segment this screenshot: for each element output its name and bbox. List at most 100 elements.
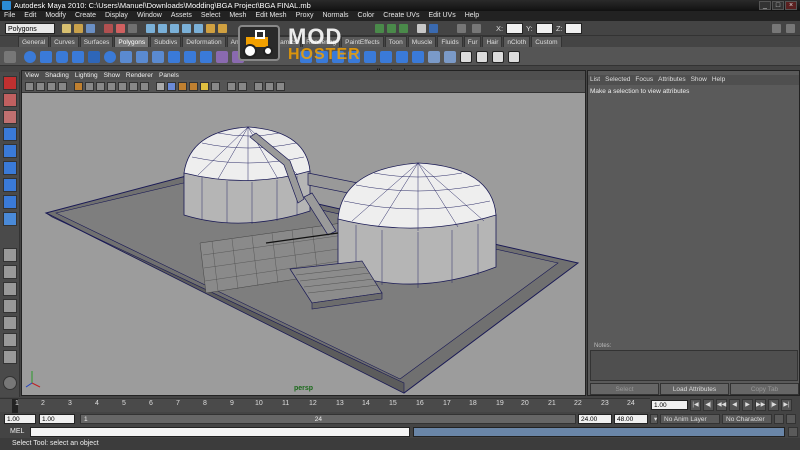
notes-textarea[interactable]	[590, 350, 798, 381]
select-button[interactable]: Select	[590, 383, 659, 395]
xray-icon[interactable]	[238, 82, 247, 91]
universal-manipulator-icon[interactable]	[3, 178, 17, 192]
layout-graph-icon[interactable]	[3, 299, 17, 313]
step-back-key-button[interactable]: ◀|	[703, 399, 714, 411]
gate-mask-icon[interactable]	[107, 82, 116, 91]
menu-display[interactable]: Display	[105, 11, 128, 21]
go-to-start-button[interactable]: |◀	[690, 399, 701, 411]
menu-window[interactable]: Window	[137, 11, 162, 21]
checker-1-icon[interactable]	[460, 51, 472, 63]
render-icon[interactable]	[218, 24, 227, 33]
tab-polygons[interactable]: Polygons	[114, 36, 150, 47]
tab-curves[interactable]: Curves	[50, 36, 79, 47]
poly-cube-icon[interactable]	[40, 51, 52, 63]
relative-transform-icon[interactable]	[472, 24, 481, 33]
render-settings-icon[interactable]	[417, 24, 426, 33]
menu-help[interactable]: Help	[465, 11, 479, 21]
snap-curve-icon[interactable]	[170, 24, 179, 33]
menu-assets[interactable]: Assets	[171, 11, 192, 21]
shelf-menu-icon[interactable]	[4, 51, 16, 63]
load-attributes-button[interactable]: Load Attributes	[660, 383, 729, 395]
play-backwards-button[interactable]: ◀	[729, 399, 740, 411]
vp-menu-show[interactable]: Show	[104, 71, 120, 80]
vp-menu-shading[interactable]: Shading	[45, 71, 69, 80]
rotate-tool-icon[interactable]	[3, 144, 17, 158]
ae-menu-list[interactable]: List	[590, 75, 600, 85]
checker-4-icon[interactable]	[508, 51, 520, 63]
animation-end-field[interactable]: 48.00	[614, 414, 648, 424]
select-by-object-icon[interactable]	[116, 24, 125, 33]
poly-torus-icon[interactable]	[104, 51, 116, 63]
save-scene-icon[interactable]	[86, 24, 95, 33]
poly-pipe-icon[interactable]	[152, 51, 164, 63]
vp-menu-renderer[interactable]: Renderer	[126, 71, 153, 80]
bevel-icon[interactable]	[396, 51, 408, 63]
current-frame-field[interactable]: 1.00	[651, 400, 688, 410]
mask-icon[interactable]	[146, 24, 155, 33]
minimize-button[interactable]: _	[759, 1, 771, 10]
script-editor-icon[interactable]	[788, 427, 798, 437]
textured-icon[interactable]	[189, 82, 198, 91]
snap-grid-icon[interactable]	[158, 24, 167, 33]
ae-menu-help[interactable]: Help	[712, 75, 725, 85]
copy-tab-button[interactable]: Copy Tab	[730, 383, 799, 395]
tab-fluids[interactable]: Fluids	[437, 36, 463, 47]
maximize-button[interactable]: □	[772, 1, 784, 10]
z-field[interactable]	[565, 23, 582, 34]
snap-plane-icon[interactable]	[194, 24, 203, 33]
checker-3-icon[interactable]	[492, 51, 504, 63]
scale-tool-icon[interactable]	[3, 161, 17, 175]
menu-create[interactable]: Create	[75, 11, 96, 21]
ae-menu-attributes[interactable]: Attributes	[658, 75, 685, 85]
high-quality-icon[interactable]	[265, 82, 274, 91]
range-slider[interactable]: 1 24	[80, 414, 576, 424]
history-icon[interactable]	[206, 24, 215, 33]
input-line-icon[interactable]	[429, 24, 438, 33]
poly-plane-icon[interactable]	[88, 51, 100, 63]
animation-preferences-icon[interactable]	[786, 414, 796, 424]
tab-general[interactable]: General	[18, 36, 50, 47]
ae-menu-selected[interactable]: Selected	[605, 75, 630, 85]
layout-hypershade-icon[interactable]	[3, 316, 17, 330]
menu-color[interactable]: Color	[358, 11, 375, 21]
play-forwards-button[interactable]: ▶	[742, 399, 753, 411]
cylindrical-mapping-icon[interactable]	[444, 51, 456, 63]
isolate-select-icon[interactable]	[227, 82, 236, 91]
close-button[interactable]: ×	[785, 1, 797, 10]
checker-2-icon[interactable]	[476, 51, 488, 63]
auto-key-icon[interactable]	[774, 414, 784, 424]
playback-start-field[interactable]: 1.00	[39, 414, 75, 424]
bookmark-icon[interactable]	[47, 82, 56, 91]
vp-2-icon[interactable]	[276, 82, 285, 91]
menu-set-dropdown[interactable]: Polygons	[5, 23, 55, 34]
menu-proxy[interactable]: Proxy	[296, 11, 314, 21]
bridge-icon[interactable]	[380, 51, 392, 63]
poly-cone-icon[interactable]	[72, 51, 84, 63]
hardware-render-icon[interactable]	[254, 82, 263, 91]
menu-file[interactable]: File	[4, 11, 15, 21]
tab-deformation[interactable]: Deformation	[182, 36, 226, 47]
x-field[interactable]	[506, 23, 523, 34]
menu-edit-mesh[interactable]: Edit Mesh	[255, 11, 286, 21]
layout-uv-icon[interactable]	[3, 333, 17, 347]
step-forward-frame-button[interactable]: ▶▶	[755, 399, 766, 411]
layout-custom-icon[interactable]	[3, 350, 17, 364]
select-by-hierarchy-icon[interactable]	[104, 24, 113, 33]
absolute-transform-icon[interactable]	[457, 24, 466, 33]
menu-create-uvs[interactable]: Create UVs	[383, 11, 419, 21]
smooth-icon[interactable]	[216, 51, 228, 63]
tab-custom[interactable]: Custom	[531, 36, 562, 47]
ae-menu-focus[interactable]: Focus	[635, 75, 653, 85]
separate-icon[interactable]	[184, 51, 196, 63]
animation-start-field[interactable]: 1.00	[4, 414, 36, 424]
grid-icon[interactable]	[74, 82, 83, 91]
vp-menu-view[interactable]: View	[25, 71, 39, 80]
ipr-render-icon[interactable]	[399, 24, 408, 33]
safe-title-icon[interactable]	[140, 82, 149, 91]
planar-mapping-icon[interactable]	[428, 51, 440, 63]
anim-layer-dropdown[interactable]: No Anim Layer	[660, 414, 720, 424]
poly-cylinder-icon[interactable]	[56, 51, 68, 63]
tab-toon[interactable]: Toon	[384, 36, 407, 47]
menu-select[interactable]: Select	[201, 11, 220, 21]
select-tool-icon[interactable]	[3, 76, 17, 90]
